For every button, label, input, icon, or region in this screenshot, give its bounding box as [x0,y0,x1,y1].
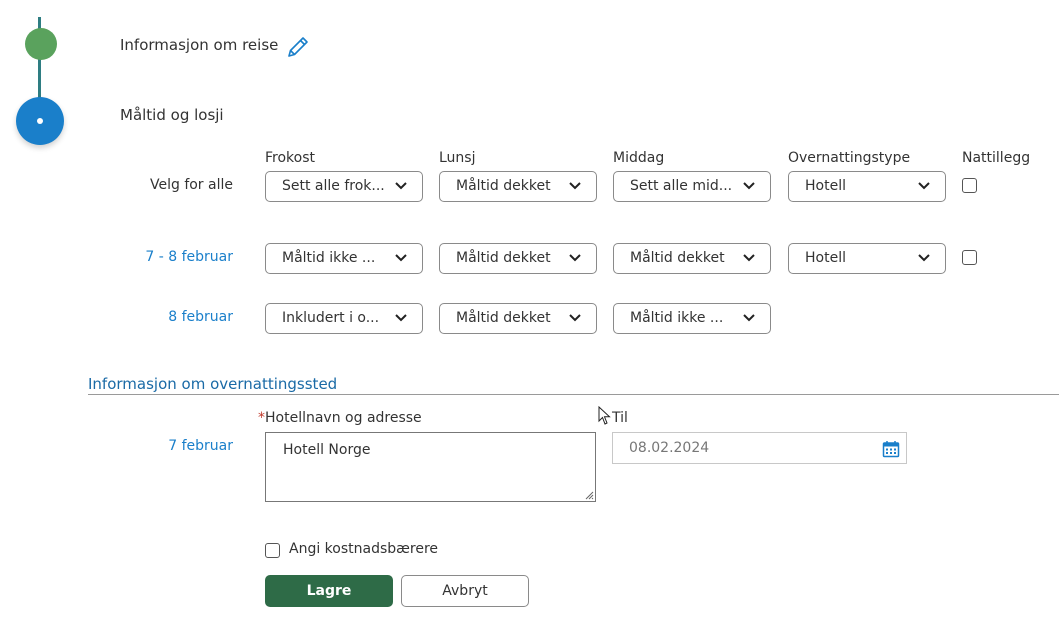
select-all-middag[interactable]: Sett alle mid... [613,171,771,202]
step-2-title: Måltid og losji [120,106,224,124]
select-all-lunsj[interactable]: Måltid dekket [439,171,597,202]
chevron-down-icon [569,254,581,262]
mouse-cursor-icon [598,406,611,425]
step-1-indicator[interactable] [25,28,57,60]
stepper-line-connector [38,59,41,99]
select-all-overnattingstype[interactable]: Hotell [788,171,946,202]
select-value: Inkludert i o... [282,310,380,326]
save-button[interactable]: Lagre [265,575,393,607]
section-title-overnattingssted: Informasjon om overnattingssted [88,375,338,393]
chevron-down-icon [918,182,930,190]
chevron-down-icon [395,182,407,190]
select-value: Måltid ikke ... [282,250,376,266]
column-header-middag: Middag [613,150,665,166]
row-label-7-8-februar[interactable]: 7 - 8 februar [73,249,233,265]
hotel-field-label-text: Hotellnavn og adresse [265,410,422,426]
select-value: Måltid dekket [456,310,551,326]
column-header-frokost: Frokost [265,150,316,166]
select-value: Hotell [805,250,846,266]
select-value: Måltid dekket [456,250,551,266]
select-r1-frokost[interactable]: Måltid ikke ... [265,243,423,274]
chevron-down-icon [569,314,581,322]
angi-kostnadsbaerere-label[interactable]: Angi kostnadsbærere [289,541,438,557]
select-r1-overnattingstype[interactable]: Hotell [788,243,946,274]
select-value: Måltid dekket [630,250,725,266]
select-value: Sett alle frok... [282,178,385,194]
column-header-overnattingstype: Overnattingstype [788,150,911,166]
column-header-lunsj: Lunsj [439,150,476,166]
select-all-frokost[interactable]: Sett alle frok... [265,171,423,202]
section-divider [88,394,1059,395]
column-header-nattillegg: Nattillegg [962,150,1031,166]
chevron-down-icon [569,182,581,190]
select-value: Måltid ikke ... [630,310,724,326]
til-date-input[interactable]: 08.02.2024 [612,432,907,464]
select-r1-lunsj[interactable]: Måltid dekket [439,243,597,274]
select-r1-middag[interactable]: Måltid dekket [613,243,771,274]
row-label-7-februar[interactable]: 7 februar [73,438,233,454]
select-value: Hotell [805,178,846,194]
select-r2-lunsj[interactable]: Måltid dekket [439,303,597,334]
textarea-value: Hotell Norge [283,442,371,458]
chevron-down-icon [743,254,755,262]
hotel-field-label: *Hotellnavn og adresse [258,410,422,426]
resize-handle-icon[interactable] [585,491,594,500]
chevron-down-icon [743,182,755,190]
chevron-down-icon [395,314,407,322]
chevron-down-icon [743,314,755,322]
step-2-dot [37,118,43,124]
select-r2-frokost[interactable]: Inkludert i o... [265,303,423,334]
checkbox-angi-kostnadsbaerere[interactable] [265,543,280,558]
row-label-velg-for-alle: Velg for alle [149,177,233,193]
chevron-down-icon [395,254,407,262]
hotel-name-address-textarea[interactable]: Hotell Norge [265,432,596,502]
cancel-button[interactable]: Avbryt [401,575,529,607]
chevron-down-icon [918,254,930,262]
edit-pencil-icon[interactable] [284,33,312,61]
select-value: Sett alle mid... [630,178,733,194]
calendar-icon[interactable] [882,440,900,458]
checkbox-all-nattillegg[interactable] [962,178,977,193]
checkbox-r1-nattillegg[interactable] [962,250,977,265]
row-label-8-februar[interactable]: 8 februar [73,309,233,325]
select-value: Måltid dekket [456,178,551,194]
til-field-label: Til [612,410,628,426]
step-1-title: Informasjon om reise [120,36,279,54]
date-value: 08.02.2024 [629,440,710,456]
required-marker: * [258,410,265,426]
select-r2-middag[interactable]: Måltid ikke ... [613,303,771,334]
step-2-indicator [16,97,64,145]
